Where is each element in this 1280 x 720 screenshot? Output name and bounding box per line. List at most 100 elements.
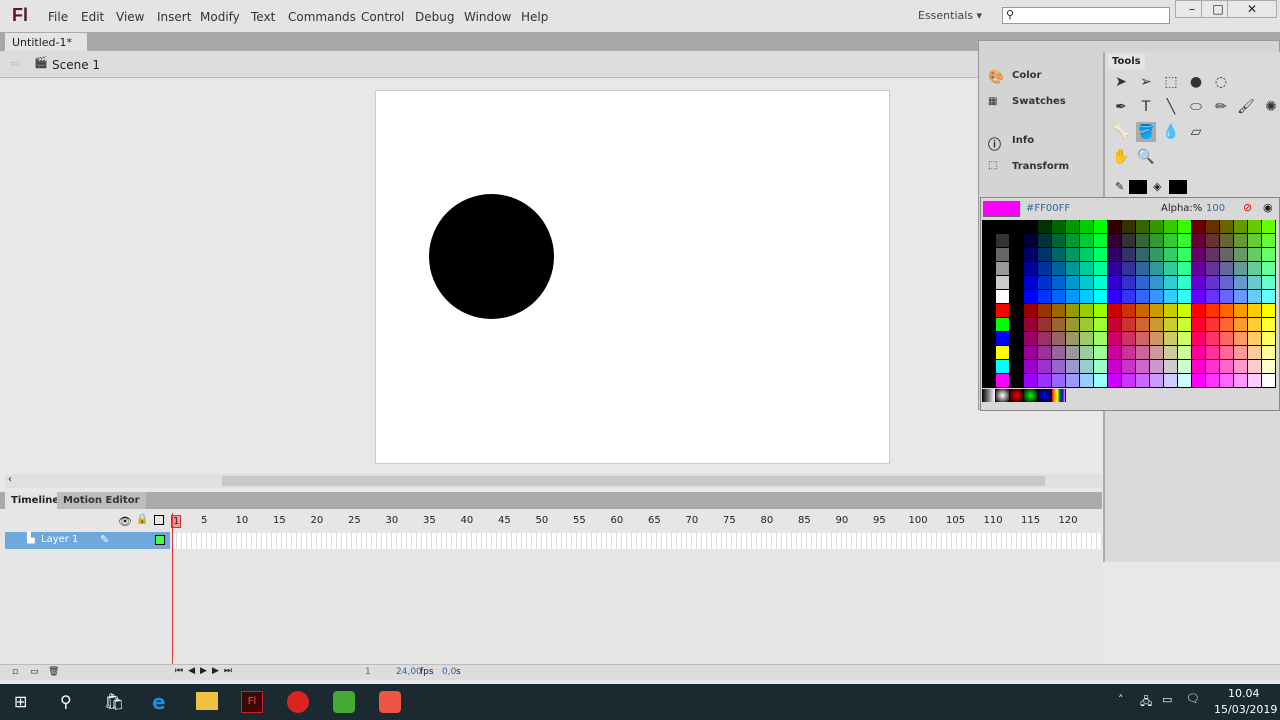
text-tool-icon[interactable]: T	[1136, 97, 1156, 117]
color-swatch[interactable]	[1122, 346, 1136, 360]
hand-tool-icon[interactable]: ✋	[1111, 147, 1131, 167]
scrollbar-thumb[interactable]	[222, 476, 1045, 486]
color-swatch[interactable]	[1164, 234, 1178, 248]
color-swatch[interactable]	[1262, 262, 1276, 276]
color-swatch[interactable]	[996, 360, 1010, 374]
color-swatch[interactable]	[1010, 234, 1024, 248]
color-swatch[interactable]	[1052, 290, 1066, 304]
color-swatch[interactable]	[996, 220, 1010, 234]
color-swatch[interactable]	[1164, 248, 1178, 262]
color-swatch[interactable]	[1220, 248, 1234, 262]
deco-tool-icon[interactable]: ✺	[1261, 97, 1280, 117]
color-swatch[interactable]	[1220, 262, 1234, 276]
color-swatch[interactable]	[1024, 318, 1038, 332]
color-swatch[interactable]	[1192, 276, 1206, 290]
color-swatch[interactable]	[1066, 248, 1080, 262]
color-swatch[interactable]	[1122, 332, 1136, 346]
color-swatch[interactable]	[1164, 220, 1178, 234]
color-swatch[interactable]	[1038, 332, 1052, 346]
color-swatch[interactable]	[982, 276, 996, 290]
color-swatch[interactable]	[1122, 220, 1136, 234]
color-swatch[interactable]	[1220, 290, 1234, 304]
color-swatch[interactable]	[1052, 360, 1066, 374]
color-swatch[interactable]	[1108, 374, 1122, 388]
color-swatch[interactable]	[1108, 220, 1122, 234]
menu-control[interactable]: Control	[361, 10, 404, 24]
color-swatch[interactable]	[982, 262, 996, 276]
red-app-icon[interactable]	[287, 691, 309, 713]
close-button[interactable]: ✕	[1227, 0, 1277, 18]
new-layer-icon[interactable]: ▫	[12, 667, 18, 677]
outline-icon[interactable]	[154, 515, 164, 525]
color-swatch[interactable]	[1136, 374, 1150, 388]
color-swatch[interactable]	[1136, 346, 1150, 360]
color-swatch[interactable]	[1136, 360, 1150, 374]
color-swatch[interactable]	[1150, 360, 1164, 374]
color-swatch[interactable]	[1206, 374, 1220, 388]
color-swatch[interactable]	[1094, 262, 1108, 276]
color-swatch[interactable]	[1262, 318, 1276, 332]
layer-row[interactable]: ▙ Layer 1 ✎	[5, 532, 170, 549]
gradient-swatch[interactable]	[1010, 389, 1024, 402]
clock-time[interactable]: 10.04	[1228, 687, 1260, 700]
panel-transform[interactable]: Transform	[1012, 161, 1069, 172]
color-swatch[interactable]	[982, 374, 996, 388]
bone-tool-icon[interactable]: 🦴	[1111, 122, 1131, 142]
color-swatch[interactable]	[1192, 374, 1206, 388]
color-swatch[interactable]	[1164, 360, 1178, 374]
color-swatch[interactable]	[1024, 346, 1038, 360]
scroll-left-icon[interactable]: ‹	[8, 474, 12, 485]
color-swatch[interactable]	[982, 360, 996, 374]
color-wheel-icon[interactable]: ◉	[1263, 201, 1273, 214]
color-swatch[interactable]	[1164, 276, 1178, 290]
color-swatch[interactable]	[1178, 318, 1192, 332]
menu-text[interactable]: Text	[251, 10, 275, 24]
color-swatch[interactable]	[1164, 290, 1178, 304]
color-swatch[interactable]	[1234, 318, 1248, 332]
color-swatch[interactable]	[1150, 234, 1164, 248]
color-swatch[interactable]	[1108, 304, 1122, 318]
color-swatch[interactable]	[1178, 220, 1192, 234]
color-swatch[interactable]	[1206, 346, 1220, 360]
color-swatch[interactable]	[1066, 276, 1080, 290]
color-swatch[interactable]	[1024, 360, 1038, 374]
delete-icon[interactable]: 🗑	[48, 667, 59, 677]
color-swatch[interactable]	[1094, 304, 1108, 318]
color-swatch[interactable]	[1178, 234, 1192, 248]
color-swatch[interactable]	[1262, 220, 1276, 234]
line-tool-icon[interactable]: ╲	[1161, 97, 1181, 117]
scene-label[interactable]: Scene 1	[52, 58, 100, 72]
color-swatch[interactable]	[1094, 346, 1108, 360]
color-swatch[interactable]	[996, 304, 1010, 318]
color-swatch[interactable]	[1122, 304, 1136, 318]
color-swatch[interactable]	[1052, 318, 1066, 332]
color-swatch[interactable]	[1192, 304, 1206, 318]
panel-swatches[interactable]: Swatches	[1012, 96, 1066, 107]
color-swatch[interactable]	[1052, 346, 1066, 360]
color-swatch[interactable]	[1094, 374, 1108, 388]
color-swatch[interactable]	[1080, 332, 1094, 346]
color-swatch[interactable]	[1178, 304, 1192, 318]
color-swatch[interactable]	[1122, 318, 1136, 332]
color-swatch[interactable]	[1164, 332, 1178, 346]
color-swatch[interactable]	[1108, 332, 1122, 346]
free-transform-tool-icon[interactable]: ⬚	[1161, 72, 1181, 92]
color-swatch[interactable]	[1066, 346, 1080, 360]
color-swatch[interactable]	[1010, 220, 1024, 234]
color-swatch[interactable]	[1234, 346, 1248, 360]
frames-grid[interactable]	[172, 533, 1102, 549]
menu-help[interactable]: Help	[521, 10, 548, 24]
color-swatch[interactable]	[1234, 220, 1248, 234]
3d-rotation-tool-icon[interactable]: ●	[1186, 72, 1206, 92]
color-swatch[interactable]	[1122, 262, 1136, 276]
color-swatch[interactable]	[1038, 262, 1052, 276]
color-swatch[interactable]	[1192, 248, 1206, 262]
color-swatch[interactable]	[1052, 374, 1066, 388]
swatch-grid[interactable]	[982, 220, 1276, 388]
color-swatch[interactable]	[1066, 360, 1080, 374]
color-swatch[interactable]	[1206, 234, 1220, 248]
color-swatch[interactable]	[1038, 248, 1052, 262]
color-swatch[interactable]	[1122, 276, 1136, 290]
color-swatch[interactable]	[1164, 318, 1178, 332]
color-swatch[interactable]	[1206, 332, 1220, 346]
